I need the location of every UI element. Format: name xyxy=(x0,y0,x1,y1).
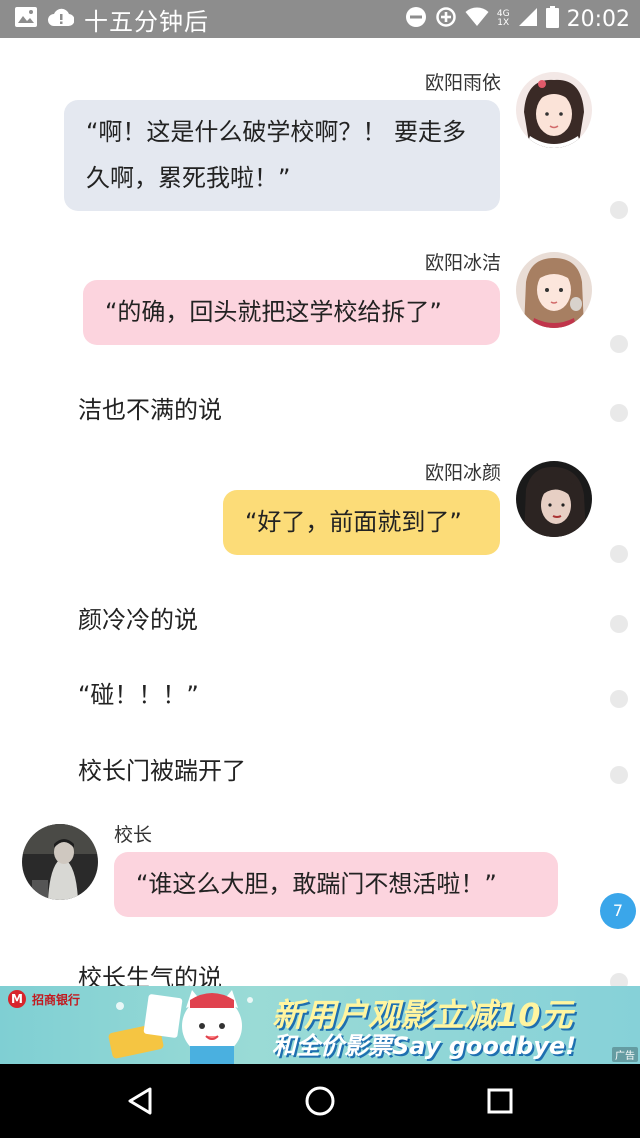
network-type-indicator: 4G 1X xyxy=(496,9,510,28)
home-circle-icon xyxy=(305,1086,335,1116)
wifi-icon xyxy=(465,7,489,31)
cloud-alert-icon xyxy=(48,7,75,31)
ad-label[interactable]: 广告 xyxy=(612,1047,638,1062)
narration-text: 校长生气的说 xyxy=(78,964,222,986)
bank-logo-icon: M xyxy=(8,990,26,1008)
cat-mascot-illustration xyxy=(108,990,253,1064)
bank-brand: M 招商银行 xyxy=(8,990,80,1008)
ad-banner[interactable]: M 招商银行 新用户观影立减10元 和全价影票Say goodbye! 广告 xyxy=(0,986,640,1064)
comment-dot[interactable] xyxy=(610,201,628,219)
avatar-ouyang-bingyan[interactable] xyxy=(516,461,592,537)
do-not-disturb-icon xyxy=(405,6,427,32)
status-notification-title: 十五分钟后 xyxy=(84,7,209,36)
battery-icon xyxy=(545,6,559,32)
recent-apps-square-icon xyxy=(487,1088,513,1114)
status-bar: 十五分钟后 4G 1X 20:02 xyxy=(0,0,640,38)
avatar-ouyang-bingjie[interactable] xyxy=(516,252,592,328)
narration-text: 颜冷冷的说 xyxy=(78,606,198,634)
speaker-name: 欧阳冰洁 xyxy=(424,252,501,274)
system-navigation-bar xyxy=(0,1064,640,1138)
comment-dot[interactable] xyxy=(610,335,628,353)
narration-text: 校长门被踹开了 xyxy=(78,757,246,785)
bank-name: 招商银行 xyxy=(32,992,81,1007)
speech-bubble[interactable]: “啊！这是什么破学校啊？！ 要走多久啊，累死我啦！” xyxy=(64,100,500,211)
signal-icon xyxy=(518,7,538,31)
comment-dot[interactable] xyxy=(610,404,628,422)
comment-dot[interactable] xyxy=(610,973,628,986)
comment-dot[interactable] xyxy=(610,690,628,708)
image-notification-icon xyxy=(14,6,38,32)
back-button[interactable] xyxy=(112,1078,168,1124)
speaker-name: 校长 xyxy=(114,824,153,846)
comment-dot[interactable] xyxy=(610,545,628,563)
comment-dot[interactable] xyxy=(610,615,628,633)
speech-bubble[interactable]: “好了，前面就到了” xyxy=(223,490,500,555)
speech-bubble[interactable]: “谁这么大胆，敢踹门不想活啦！” xyxy=(114,852,558,917)
avatar-principal[interactable] xyxy=(22,824,98,900)
speaker-name: 欧阳冰颜 xyxy=(424,462,501,484)
home-button[interactable] xyxy=(292,1078,348,1124)
data-saver-icon xyxy=(435,6,457,32)
back-triangle-icon xyxy=(128,1087,152,1115)
avatar-ouyang-yuyi[interactable] xyxy=(516,72,592,148)
speaker-name: 欧阳雨依 xyxy=(424,72,501,94)
narration-text: “碰！！！” xyxy=(78,681,199,709)
comment-count-badge[interactable]: 7 xyxy=(600,893,636,929)
narration-text: 洁也不满的说 xyxy=(78,396,222,424)
ad-subheadline: 和全价影票Say goodbye! xyxy=(272,1032,577,1060)
speech-bubble[interactable]: “的确，回头就把这学校给拆了” xyxy=(83,280,500,345)
recent-apps-button[interactable] xyxy=(472,1078,528,1124)
clock: 20:02 xyxy=(566,6,630,32)
comment-dot[interactable] xyxy=(610,766,628,784)
chat-story-feed[interactable]: 欧阳雨依 “啊！这是什么破学校啊？！ 要走多久啊，累死我啦！” 欧阳冰洁 “的确… xyxy=(0,38,640,986)
